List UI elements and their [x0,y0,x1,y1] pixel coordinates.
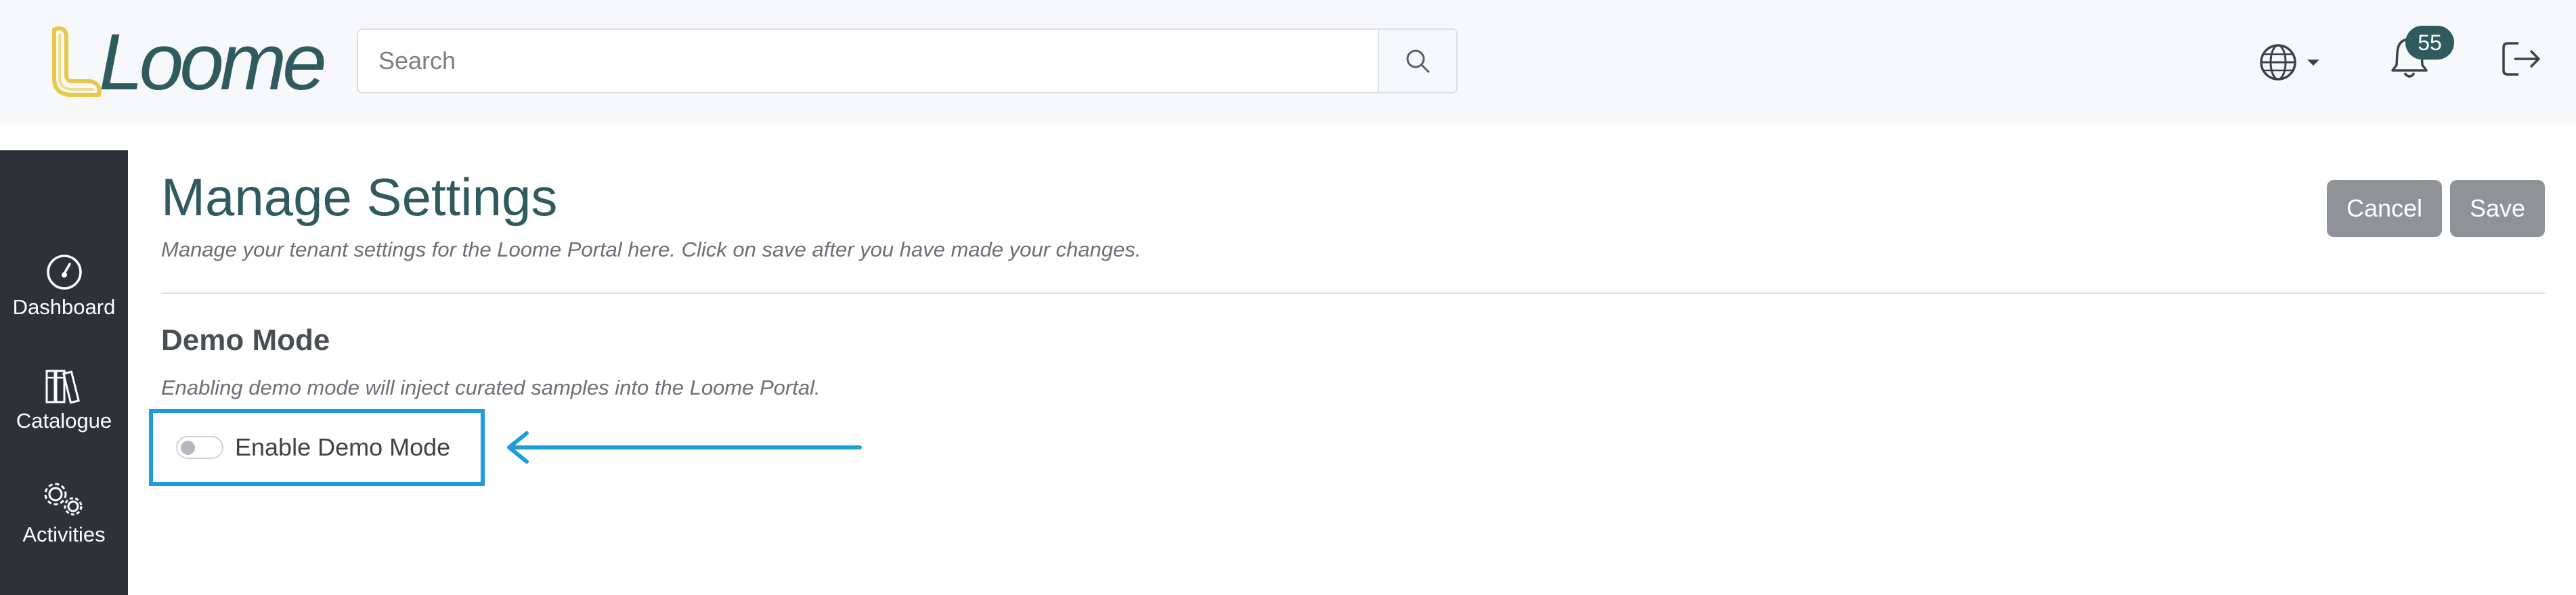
sidebar-item-activities[interactable]: Activities [0,481,128,547]
section-divider [161,292,2545,294]
arrow-left-icon [507,431,862,464]
search-input[interactable] [358,30,1378,92]
logout-icon [2502,42,2540,76]
search-button[interactable] [1378,30,1456,92]
section-description: Enabling demo mode will inject curated s… [161,376,821,399]
section-title-demo-mode: Demo Mode [161,324,330,357]
demo-mode-toggle-label[interactable]: Enable Demo Mode [235,433,450,462]
books-icon [45,370,80,404]
sidebar-item-label: Catalogue [16,409,112,433]
logo-wordmark: Loome [99,18,327,107]
toggle-knob [181,441,195,455]
demo-mode-toggle[interactable] [176,436,223,459]
page-title: Manage Settings [161,167,558,227]
logout-button[interactable] [2501,39,2548,83]
search-icon [1406,49,1430,73]
globe-icon [2260,44,2296,81]
top-header: Loome 55 [0,0,2576,125]
dashboard-gauge-icon [46,255,82,290]
save-button[interactable]: Save [2450,180,2545,237]
logo-mark-icon [52,26,102,97]
chevron-down-icon [2307,60,2319,66]
search-bar [357,28,1458,93]
sidebar: Dashboard Catalogue Activities [0,150,128,595]
gears-icon [44,483,82,516]
page-subtitle: Manage your tenant settings for the Loom… [161,238,1141,261]
sidebar-item-label: Activities [22,523,106,546]
cancel-button[interactable]: Cancel [2327,180,2442,237]
notifications-count-badge: 55 [2405,26,2454,60]
loome-logo[interactable]: Loome [49,18,333,107]
sidebar-item-catalogue[interactable]: Catalogue [0,367,128,433]
sidebar-item-label: Dashboard [12,295,116,319]
sidebar-item-dashboard[interactable]: Dashboard [0,253,128,319]
language-selector[interactable] [2258,38,2333,87]
